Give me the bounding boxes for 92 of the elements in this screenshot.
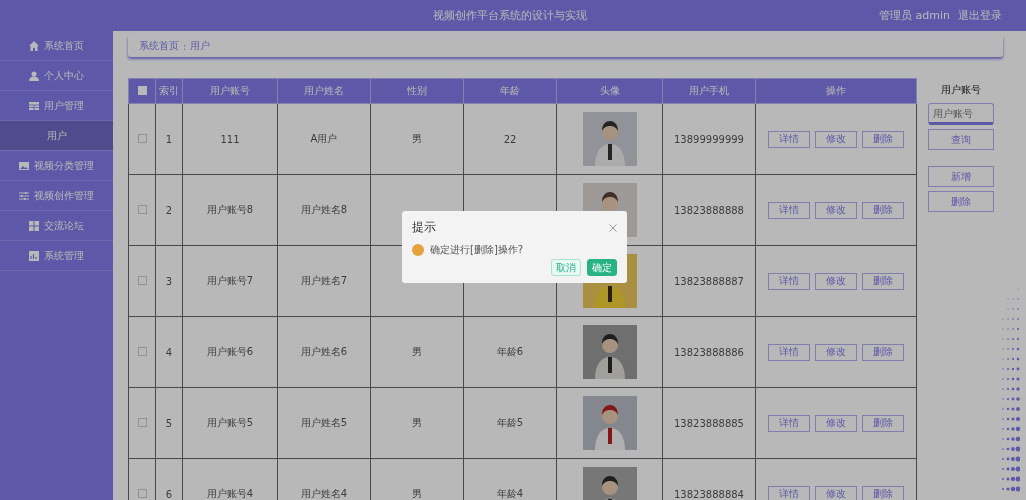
breadcrumb-link[interactable]: 用户 — [190, 39, 211, 53]
edit-button[interactable]: 修改 — [815, 485, 857, 500]
table-cell: 年龄6 — [463, 316, 557, 388]
menu-label: 交流论坛 — [44, 218, 84, 233]
sliders-icon — [19, 190, 29, 201]
details-button[interactable]: 详情 — [768, 201, 810, 219]
table-cell: 13823888886 — [662, 316, 756, 388]
table-cell: 用户姓名5 — [277, 387, 371, 459]
row-checkbox[interactable] — [137, 417, 147, 427]
edit-button[interactable]: 修改 — [815, 201, 857, 219]
delete-button[interactable]: 删除 — [862, 343, 904, 361]
table-cell: 用户账号5 — [182, 387, 278, 459]
breadcrumb-separator: : — [183, 40, 187, 52]
row-checkbox[interactable] — [137, 488, 147, 498]
edit-button[interactable]: 修改 — [815, 272, 857, 290]
table-cell: 13823888885 — [662, 387, 756, 459]
delete-button[interactable]: 删除 — [862, 414, 904, 432]
table-cell: 男 — [370, 103, 464, 175]
table-cell: 111 — [182, 103, 278, 175]
table-cell: 4 — [155, 316, 183, 388]
table-cell: 1 — [155, 103, 183, 175]
table-cell: 用户账号7 — [182, 245, 278, 317]
table-cell: 年龄5 — [463, 387, 557, 459]
action-button[interactable]: 新增 — [928, 166, 994, 187]
table-cell: 用户姓名6 — [277, 316, 371, 388]
cancel-button[interactable]: 取消 — [551, 259, 581, 276]
user-label: 管理员 admin — [879, 8, 950, 23]
user-icon — [29, 70, 39, 81]
menu-label: 用户管理 — [44, 98, 84, 113]
confirm-button[interactable]: 确定 — [587, 259, 617, 276]
table-cell: 用户姓名8 — [277, 174, 371, 246]
close-icon[interactable] — [609, 223, 617, 232]
grid-icon — [29, 220, 39, 231]
menu-label: 用户 — [46, 128, 67, 143]
field-label: 用户账号 — [941, 83, 981, 97]
table-cell: 3 — [155, 245, 183, 317]
delete-button[interactable]: 删除 — [862, 272, 904, 290]
edit-button[interactable]: 修改 — [815, 130, 857, 148]
edit-button[interactable]: 修改 — [815, 343, 857, 361]
column-header: 操作 — [755, 78, 917, 104]
table-cell: 13899999999 — [662, 103, 756, 175]
chart-icon — [29, 250, 39, 261]
table-cell: A用户 — [277, 103, 371, 175]
row-checkbox[interactable] — [137, 346, 147, 356]
column-header: 用户姓名 — [277, 78, 371, 104]
delete-button[interactable]: 删除 — [862, 130, 904, 148]
image-icon — [19, 160, 29, 171]
details-button[interactable]: 详情 — [768, 272, 810, 290]
warning-icon — [412, 244, 424, 256]
breadcrumb-link[interactable]: 系统首页 — [139, 39, 179, 53]
column-header: 索引 — [155, 78, 183, 104]
edit-button[interactable]: 修改 — [815, 414, 857, 432]
delete-button[interactable]: 删除 — [862, 485, 904, 500]
column-header: 用户账号 — [182, 78, 278, 104]
menu-label: 系统首页 — [44, 38, 84, 53]
menu-label: 视频创作管理 — [34, 188, 94, 203]
menu-label: 个人中心 — [44, 68, 84, 83]
select-all-checkbox[interactable] — [137, 85, 147, 95]
submenu-item[interactable]: 用户 — [0, 121, 113, 151]
column-header: 用户手机 — [662, 78, 756, 104]
row-checkbox[interactable] — [137, 275, 147, 285]
home-icon — [29, 40, 39, 51]
row-checkbox[interactable] — [137, 133, 147, 143]
search-field[interactable]: 用户账号 — [928, 103, 994, 125]
table-icon — [29, 100, 39, 111]
table-cell: 5 — [155, 387, 183, 459]
column-header: 头像 — [556, 78, 663, 104]
table-cell: 用户姓名7 — [277, 245, 371, 317]
table-cell: 22 — [463, 103, 557, 175]
column-header: 性别 — [370, 78, 464, 104]
app-title: 视频创作平台系统的设计与实现 — [431, 8, 588, 23]
details-button[interactable]: 详情 — [768, 485, 810, 500]
menu-label: 系统管理 — [44, 248, 84, 263]
table-cell: 用户账号8 — [182, 174, 278, 246]
menu-label: 视频分类管理 — [34, 158, 94, 173]
table-cell: 13823888887 — [662, 245, 756, 317]
table-cell: 男 — [370, 316, 464, 388]
table-cell: 男 — [370, 387, 464, 459]
row-checkbox[interactable] — [137, 204, 147, 214]
table-cell: 2 — [155, 174, 183, 246]
details-button[interactable]: 详情 — [768, 343, 810, 361]
dialog-title: 提示 — [412, 219, 436, 236]
delete-button[interactable]: 删除 — [862, 201, 904, 219]
action-button[interactable]: 删除 — [928, 191, 994, 212]
table-cell: 13823888888 — [662, 174, 756, 246]
column-header: 年龄 — [463, 78, 557, 104]
table-cell: 用户账号6 — [182, 316, 278, 388]
dialog-message: 确定进行[删除]操作? — [430, 243, 524, 257]
details-button[interactable]: 详情 — [768, 414, 810, 432]
search-button[interactable]: 查询 — [928, 129, 994, 150]
logout-link[interactable]: 退出登录 — [958, 8, 1002, 23]
details-button[interactable]: 详情 — [768, 130, 810, 148]
